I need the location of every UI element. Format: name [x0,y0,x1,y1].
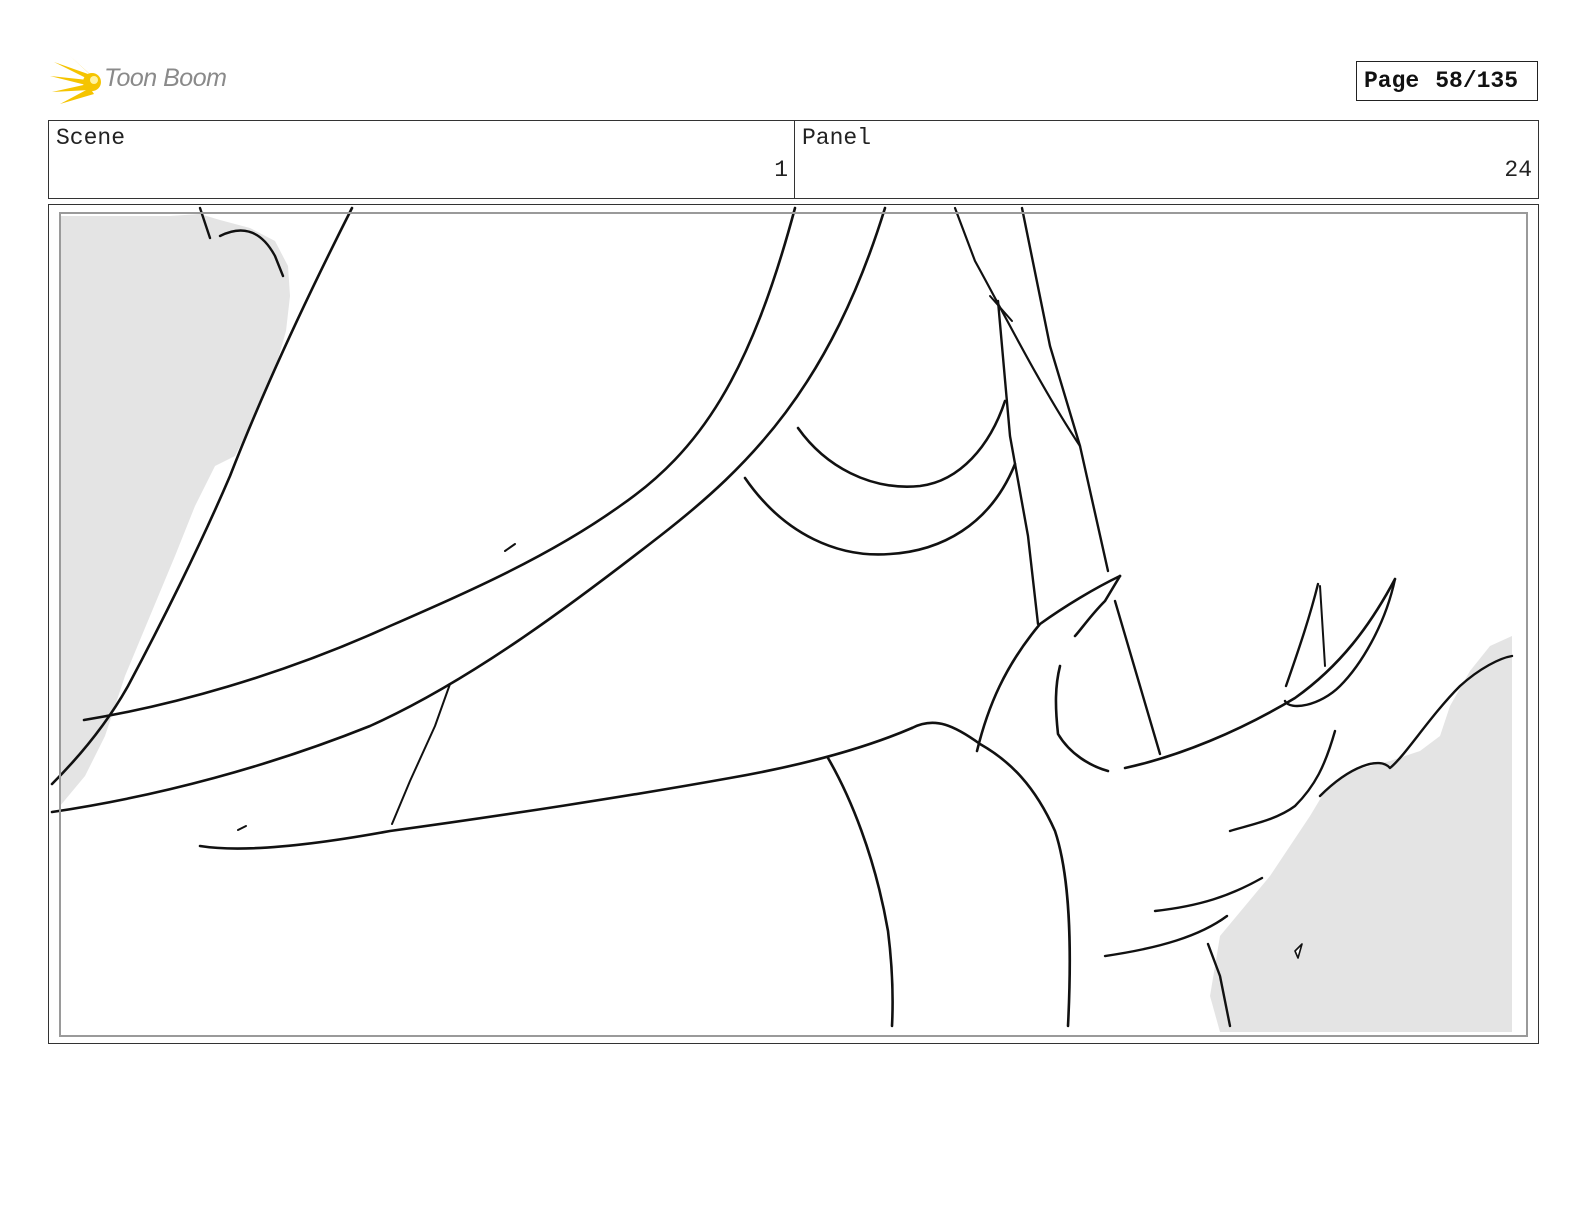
panel-cell: Panel 24 [795,121,1538,198]
safe-area-border [59,212,1528,1037]
page-counter: Page 58/135 [1356,61,1538,101]
page-label: Page [1364,68,1420,94]
toon-boom-logo: Toon Boom [50,52,250,108]
scene-panel-header: Scene 1 Panel 24 [48,120,1539,199]
panel-label: Panel [802,125,872,151]
scene-label: Scene [56,125,126,151]
logo-text: Toon Boom [104,64,227,92]
scene-number: 1 [774,157,788,183]
scene-cell: Scene 1 [49,121,795,198]
page-number: 58/135 [1435,68,1519,94]
panel-number: 24 [1504,157,1532,183]
